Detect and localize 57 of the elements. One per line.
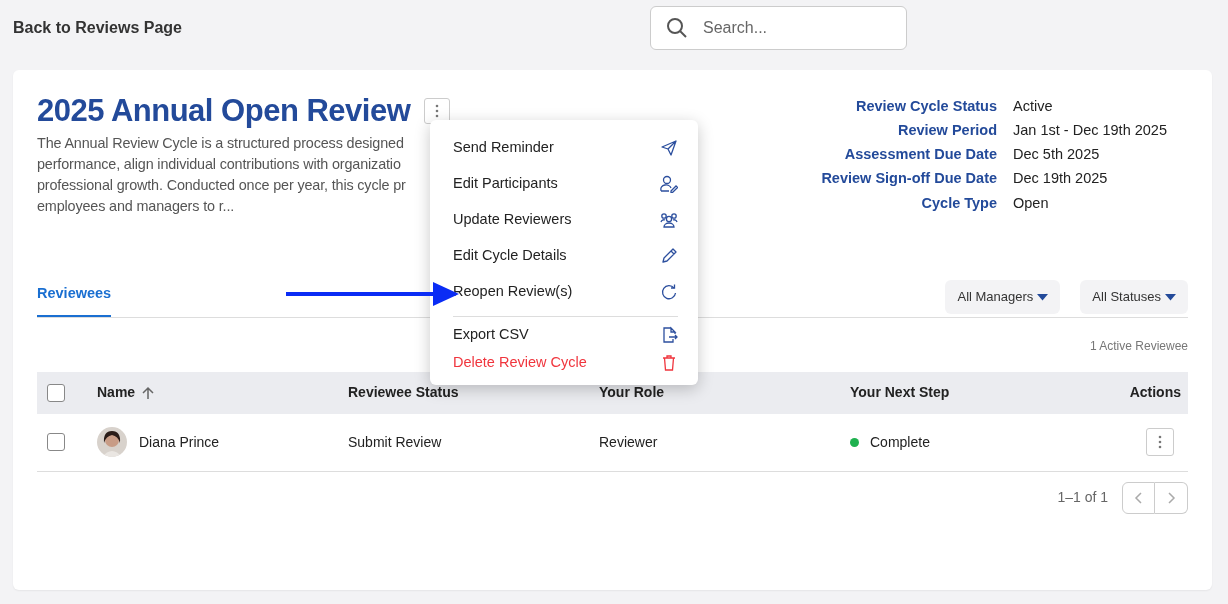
menu-item[interactable]: Reopen Review(s) <box>430 274 698 310</box>
detail-label: Cycle Type <box>920 193 998 213</box>
menu-item[interactable]: Send Reminder <box>430 130 698 166</box>
table-cell-text: Submit Review <box>348 432 442 452</box>
group-icon <box>660 211 678 229</box>
back-link[interactable]: Back to Reviews Page <box>13 16 182 40</box>
detail-value: Open <box>1013 193 1050 213</box>
search-field[interactable]: Search... <box>650 6 907 50</box>
caret-icon <box>1165 293 1176 301</box>
detail-label: Assessment Due Date <box>843 145 998 165</box>
detail-label: Review Cycle Status <box>855 97 998 116</box>
column-header: Name <box>97 383 136 403</box>
row-actions-button[interactable] <box>1146 428 1174 457</box>
export-file-icon <box>660 326 678 344</box>
chevron-left-icon <box>1133 490 1144 505</box>
detail-value: Jan 1st - Dec 19th 2025 <box>1013 121 1167 141</box>
description-line: The Annual Review Cycle is a structured process designed <box>37 133 405 153</box>
menu-item[interactable]: Export CSV <box>430 321 698 349</box>
detail-value: Dec 5th 2025 <box>1013 145 1101 165</box>
kebab-icon <box>435 103 440 118</box>
column-header: Reviewee Status <box>348 383 459 403</box>
pencil-icon <box>660 247 678 265</box>
chevron-right-icon <box>1165 490 1177 505</box>
menu-item[interactable]: Delete Review Cycle <box>430 349 698 377</box>
table-cell-text: Complete <box>870 432 930 452</box>
sort-arrow-icon[interactable] <box>142 385 155 400</box>
page-range: 1–1 of 1 <box>1057 488 1108 508</box>
search-icon <box>666 17 688 39</box>
table-cell-text: Reviewer <box>599 432 658 452</box>
tab[interactable]: Reviewees <box>37 277 112 318</box>
description-line: professional growth. Conducted once per year, this cycle pr <box>37 175 407 195</box>
filter-dropdown[interactable]: All Managers <box>945 280 1061 314</box>
menu-item[interactable]: Update Reviewers <box>430 202 698 238</box>
menu-item[interactable]: Edit Participants <box>430 166 698 202</box>
detail-value: Active <box>1013 97 1054 116</box>
refresh-icon <box>660 283 678 301</box>
cycle-title: 2025 Annual Open Review <box>37 92 411 130</box>
column-header: Actions <box>1129 383 1181 403</box>
checkbox[interactable] <box>47 383 65 402</box>
detail-value: Dec 19th 2025 <box>1013 169 1109 189</box>
filter-dropdown[interactable]: All Statuses <box>1080 280 1188 314</box>
caret-icon <box>1037 293 1049 301</box>
column-header: Your Next Step <box>850 383 950 403</box>
column-header: Your Role <box>599 383 665 403</box>
checkbox[interactable] <box>47 433 65 452</box>
reviewee-count: 1 Active Reviewee <box>1088 337 1188 355</box>
detail-label: Review Period <box>896 121 998 141</box>
table-cell-text: Diana Prince <box>139 432 220 452</box>
paper-plane-icon <box>660 139 678 157</box>
kebab-icon <box>1158 435 1162 450</box>
menu-item[interactable]: Edit Cycle Details <box>430 238 698 274</box>
description-line: performance, align individual contributions with organizatio <box>37 154 402 174</box>
detail-label: Review Sign-off Due Date <box>821 169 998 189</box>
description-line: employees and managers to r... <box>37 196 236 216</box>
trash-icon <box>660 354 678 372</box>
more-button[interactable] <box>424 97 451 124</box>
person-edit-icon <box>660 175 678 193</box>
